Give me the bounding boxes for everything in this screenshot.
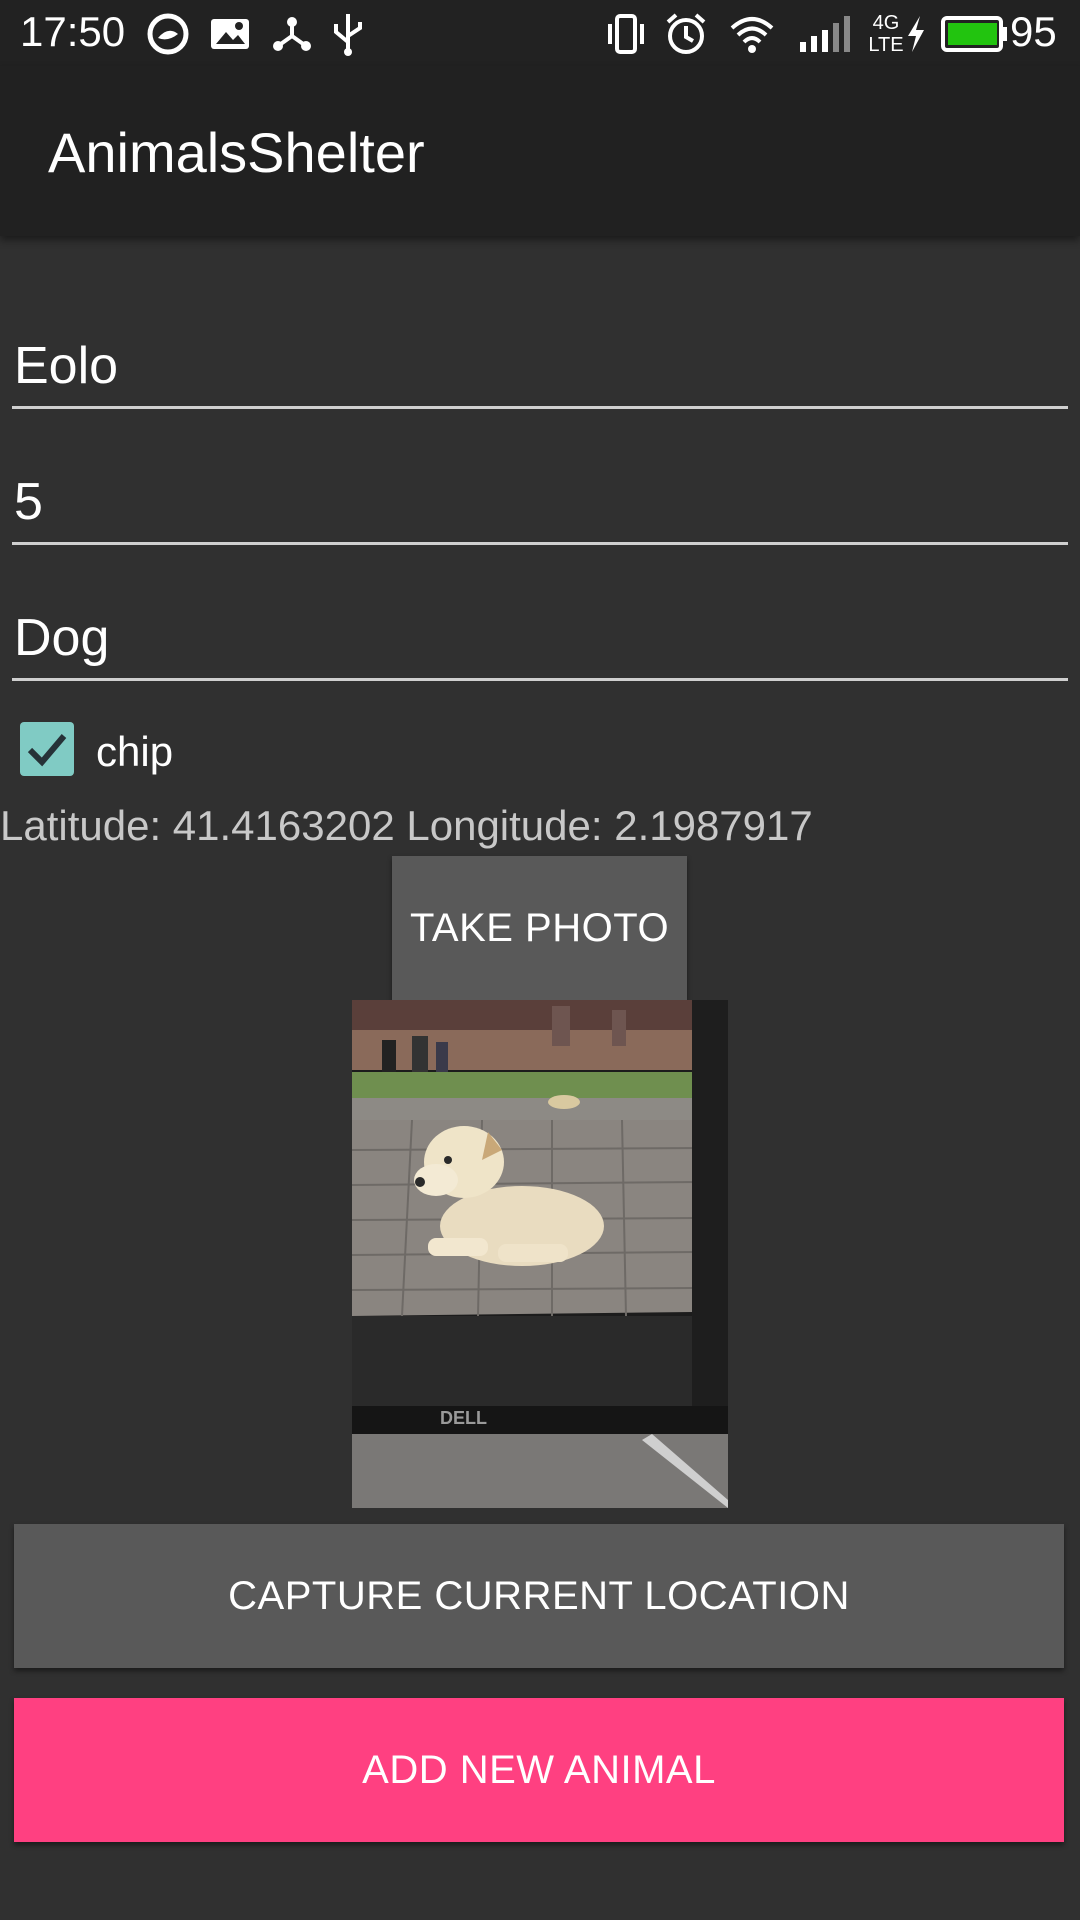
vibrate-icon: [608, 14, 644, 54]
messenger-icon: [147, 13, 189, 55]
wifi-icon: [730, 17, 774, 53]
signal-icon: [800, 16, 850, 52]
location-text: Latitude: 41.4163202 Longitude: 2.198791…: [0, 802, 813, 849]
app-title: AnimalsShelter: [48, 121, 425, 184]
status-bar: 17:50 4G LTE 95: [0, 0, 1080, 66]
alarm-icon: [666, 13, 706, 54]
species-value: Dog: [14, 609, 110, 667]
age-field[interactable]: 5: [12, 452, 1068, 545]
monitor-brand: DELL: [440, 1408, 487, 1428]
charging-icon: [908, 16, 924, 52]
species-field[interactable]: Dog: [12, 588, 1068, 681]
app-bar: AnimalsShelter: [0, 66, 1080, 236]
age-value: 5: [14, 473, 43, 531]
name-value: Eolo: [14, 337, 119, 395]
battery-icon: [941, 16, 1007, 52]
chip-checkbox[interactable]: [20, 722, 74, 776]
checkmark-icon: [27, 734, 67, 767]
capture-location-button[interactable]: CAPTURE CURRENT LOCATION: [14, 1524, 1064, 1668]
network-type: 4G LTE: [868, 12, 904, 56]
add-animal-button[interactable]: ADD NEW ANIMAL: [14, 1698, 1064, 1842]
battery-percent: 95: [1010, 8, 1057, 55]
chip-label: chip: [96, 728, 174, 775]
status-time: 17:50: [20, 8, 126, 55]
name-field[interactable]: Eolo: [12, 316, 1068, 409]
take-photo-button[interactable]: TAKE PHOTO: [392, 856, 687, 1000]
gallery-icon: [211, 19, 249, 49]
share-icon: [273, 17, 311, 51]
usb-icon: [334, 14, 362, 56]
animal-photo: DELL: [352, 1000, 728, 1508]
